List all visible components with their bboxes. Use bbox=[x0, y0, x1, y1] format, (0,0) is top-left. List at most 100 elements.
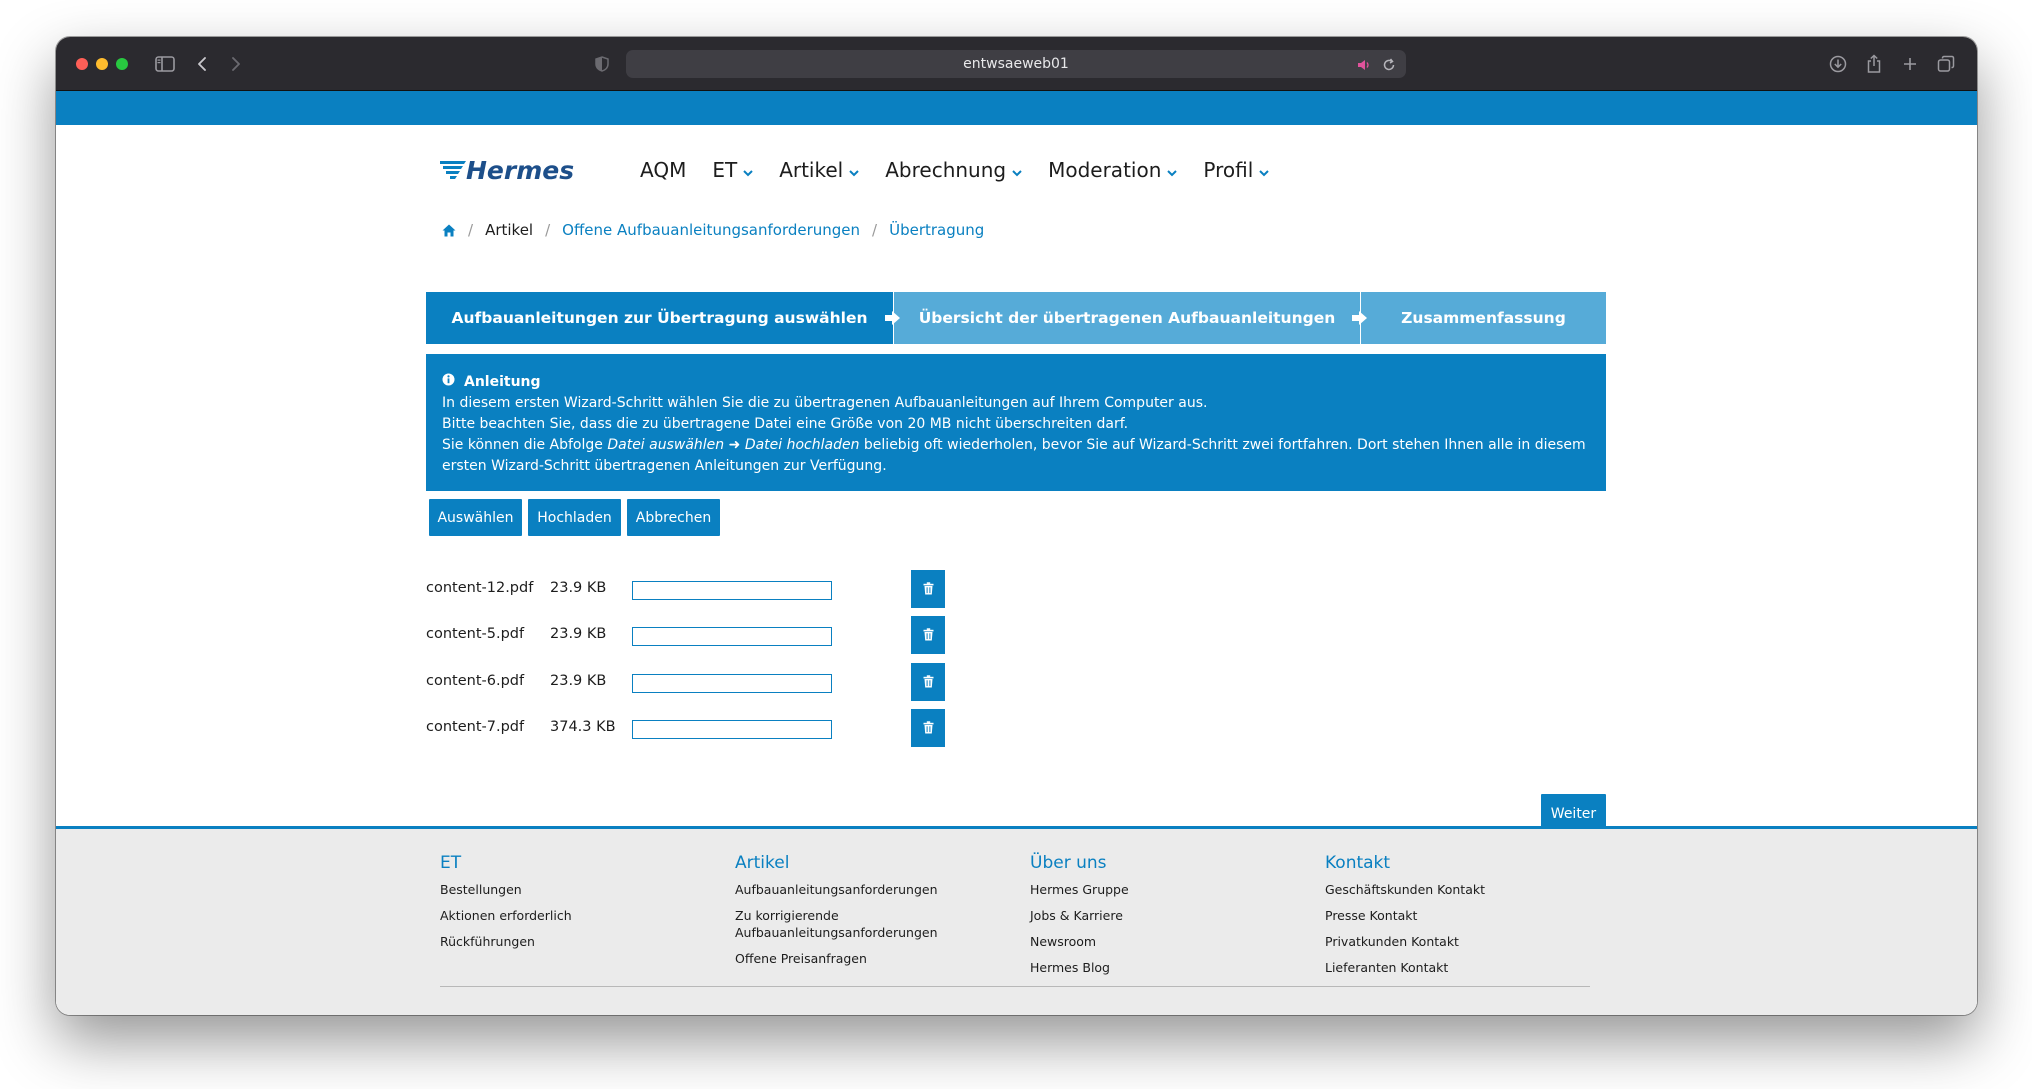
nav-item-aqm[interactable]: AQM bbox=[640, 158, 686, 182]
nav-item-et[interactable]: ET bbox=[712, 158, 753, 182]
chevron-down-icon bbox=[849, 158, 859, 182]
footer-link-geschaeftskunden-kontakt[interactable]: Geschäftskunden Kontakt bbox=[1325, 881, 1595, 898]
footer-link-newsroom[interactable]: Newsroom bbox=[1030, 933, 1300, 950]
nav-item-abrechnung[interactable]: Abrechnung bbox=[885, 158, 1022, 182]
file-size: 23.9 KB bbox=[550, 580, 607, 596]
file-row: content-7.pdf 374.3 KB bbox=[426, 709, 945, 747]
instruction-arrow: ➜ bbox=[724, 437, 745, 453]
home-icon[interactable] bbox=[442, 224, 456, 237]
footer-link-rueckfuehrungen[interactable]: Rückführungen bbox=[440, 933, 710, 950]
tab-overview-icon[interactable] bbox=[1934, 49, 1958, 79]
footer-heading: Kontakt bbox=[1325, 853, 1391, 873]
step-arrow-icon bbox=[884, 310, 902, 330]
footer-link-offene-preisanfragen[interactable]: Offene Preisanfragen bbox=[735, 950, 1005, 967]
hermes-logo[interactable]: Hermes bbox=[440, 155, 576, 185]
wizard-step-1[interactable]: Aufbauanleitungen zur Übertragung auswäh… bbox=[426, 292, 900, 344]
footer-link-presse-kontakt[interactable]: Presse Kontakt bbox=[1325, 907, 1595, 924]
footer-link-aufbauanleitungsanforderungen[interactable]: Aufbauanleitungsanforderungen bbox=[735, 881, 1005, 898]
delete-file-button[interactable] bbox=[911, 663, 945, 701]
footer-heading: Artikel bbox=[735, 853, 790, 873]
nav-item-artikel[interactable]: Artikel bbox=[779, 158, 859, 182]
upload-progress-bar bbox=[632, 581, 832, 600]
address-bar[interactable]: entwsaeweb01 bbox=[626, 50, 1406, 78]
wizard-steps: Aufbauanleitungen zur Übertragung auswäh… bbox=[426, 292, 1606, 344]
trash-icon bbox=[923, 719, 934, 738]
upload-progress-bar bbox=[632, 720, 832, 739]
instruction-text: beliebig oft wiederholen, bevor Sie auf … bbox=[859, 437, 1586, 453]
breadcrumb-uebertragung[interactable]: Übertragung bbox=[889, 221, 984, 239]
share-icon[interactable] bbox=[1862, 49, 1886, 79]
nav-item-profil[interactable]: Profil bbox=[1203, 158, 1269, 182]
delete-file-button[interactable] bbox=[911, 570, 945, 608]
chevron-down-icon bbox=[1259, 158, 1269, 182]
instruction-title: Anleitung bbox=[442, 372, 1590, 393]
footer-column-ueber-uns: Über uns Hermes Gruppe Jobs & Karriere News… bbox=[1030, 853, 1300, 985]
reload-icon[interactable] bbox=[1382, 57, 1396, 76]
breadcrumb-separator: / bbox=[872, 221, 878, 239]
chevron-down-icon bbox=[1167, 158, 1178, 182]
instruction-title-text: Anleitung bbox=[464, 374, 541, 390]
downloads-icon[interactable] bbox=[1826, 49, 1850, 79]
main-nav: AQM ET Artikel Abrechnung Moderation Profil bbox=[640, 155, 1295, 185]
file-size: 23.9 KB bbox=[550, 626, 607, 642]
wizard-step-3[interactable]: Zusammenfassung bbox=[1360, 292, 1606, 344]
select-files-button[interactable]: Auswählen bbox=[429, 499, 522, 536]
footer-link-bestellungen[interactable]: Bestellungen bbox=[440, 881, 710, 898]
footer-heading: ET bbox=[440, 853, 462, 873]
footer-link-privatkunden-kontakt[interactable]: Privatkunden Kontakt bbox=[1325, 933, 1595, 950]
page-content: Hermes AQM ET Artikel Abrechnung Moderation P… bbox=[56, 91, 1977, 1015]
sidebar-toggle-icon[interactable] bbox=[152, 49, 178, 79]
nav-item-moderation[interactable]: Moderation bbox=[1048, 158, 1178, 182]
delete-file-button[interactable] bbox=[911, 709, 945, 747]
wizard-step-2[interactable]: Übersicht der übertragenen Aufbauanleitu… bbox=[893, 292, 1367, 344]
cancel-button[interactable]: Abbrechen bbox=[627, 499, 720, 536]
back-icon[interactable] bbox=[192, 49, 212, 79]
upload-progress-bar bbox=[632, 674, 832, 693]
svg-text:Hermes: Hermes bbox=[466, 156, 574, 185]
info-circle-icon bbox=[442, 372, 455, 393]
upload-button[interactable]: Hochladen bbox=[528, 499, 621, 536]
maximize-window-button[interactable] bbox=[116, 58, 128, 70]
step-arrow-icon bbox=[1351, 310, 1369, 330]
forward-icon[interactable] bbox=[226, 49, 246, 79]
instruction-line-2: Bitte beachten Sie, dass die zu übertrag… bbox=[442, 416, 1129, 432]
footer-link-aktionen-erforderlich[interactable]: Aktionen erforderlich bbox=[440, 907, 710, 924]
wizard-step-3-label: Zusammenfassung bbox=[1401, 309, 1566, 327]
privacy-shield-icon[interactable] bbox=[592, 49, 612, 79]
delete-file-button[interactable] bbox=[911, 616, 945, 654]
minimize-window-button[interactable] bbox=[96, 58, 108, 70]
browser-titlebar: entwsaeweb01 bbox=[56, 37, 1977, 91]
nav-item-label: Moderation bbox=[1048, 158, 1162, 182]
wizard-step-1-label: Aufbauanleitungen zur Übertragung auswäh… bbox=[451, 309, 868, 327]
footer-column-et: ET Bestellungen Aktionen erforderlich Rückf… bbox=[440, 853, 710, 959]
file-name: content-5.pdf bbox=[426, 626, 525, 642]
speaker-icon[interactable] bbox=[1356, 57, 1372, 76]
footer-link-zu-korrigierende-aufbauanleitungsanforderungen[interactable]: Zu korrigierende Aufbauanleitungsanforde… bbox=[735, 907, 1005, 941]
instruction-line-3: Sie können die Abfolge Datei auswählen ➜… bbox=[442, 435, 1590, 456]
nav-item-label: Artikel bbox=[779, 158, 844, 182]
instruction-line-4: ersten Wizard-Schritt übertragenen Anlei… bbox=[442, 458, 887, 474]
breadcrumb-offene-anforderungen[interactable]: Offene Aufbauanleitungsanforderungen bbox=[562, 221, 860, 239]
footer-link-hermes-gruppe[interactable]: Hermes Gruppe bbox=[1030, 881, 1300, 898]
instruction-emphasis-select: Datei auswählen bbox=[607, 437, 725, 453]
file-name: content-12.pdf bbox=[426, 580, 534, 596]
file-row: content-12.pdf 23.9 KB bbox=[426, 570, 945, 608]
breadcrumb-separator: / bbox=[468, 221, 474, 239]
footer-link-jobs-karriere[interactable]: Jobs & Karriere bbox=[1030, 907, 1300, 924]
footer-link-hermes-blog[interactable]: Hermes Blog bbox=[1030, 959, 1300, 976]
file-name: content-7.pdf bbox=[426, 719, 525, 735]
new-tab-icon[interactable] bbox=[1898, 49, 1922, 79]
footer-link-lieferanten-kontakt[interactable]: Lieferanten Kontakt bbox=[1325, 959, 1595, 976]
nav-item-label: Abrechnung bbox=[885, 158, 1007, 182]
nav-item-label: ET bbox=[712, 158, 738, 182]
trash-icon bbox=[923, 580, 934, 599]
chevron-down-icon bbox=[1012, 158, 1022, 182]
footer-column-kontakt: Kontakt Geschäftskunden Kontakt Presse Kon… bbox=[1325, 853, 1595, 985]
breadcrumb: / Artikel / Offene Aufbauanleitungsanfor… bbox=[442, 219, 984, 241]
instruction-emphasis-upload: Datei hochladen bbox=[744, 437, 860, 453]
trash-icon bbox=[923, 626, 934, 645]
trash-icon bbox=[923, 673, 934, 692]
close-window-button[interactable] bbox=[76, 58, 88, 70]
breadcrumb-artikel: Artikel bbox=[485, 221, 534, 239]
instruction-text: Sie können die Abfolge bbox=[442, 437, 608, 453]
